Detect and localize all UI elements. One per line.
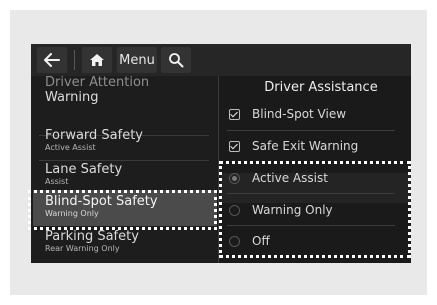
menu-item-subtitle: Assist bbox=[45, 177, 69, 186]
back-button[interactable] bbox=[37, 47, 67, 73]
checkbox-safe-exit-warning[interactable]: Safe Exit Warning bbox=[229, 133, 404, 159]
menu-item-driver-attention-warning[interactable]: Driver Attention Warning bbox=[45, 75, 149, 105]
menu-item-title: Parking Safety bbox=[45, 229, 139, 244]
checkbox-checked-icon bbox=[229, 140, 240, 152]
callout-blind-spot-options bbox=[219, 161, 411, 258]
menu-item-title-line2: Warning bbox=[45, 90, 99, 105]
panel-title: Driver Assistance bbox=[264, 80, 378, 95]
menu-item-title: Driver Attention bbox=[45, 75, 150, 90]
menu-button-label: Menu bbox=[119, 52, 155, 68]
option-divider bbox=[227, 130, 395, 131]
back-arrow-icon bbox=[44, 53, 60, 67]
search-button[interactable] bbox=[161, 47, 191, 73]
menu-divider bbox=[39, 160, 209, 161]
menu-item-parking-safety[interactable]: Parking Safety Rear Warning Only bbox=[45, 229, 139, 254]
option-label: Safe Exit Warning bbox=[252, 139, 359, 153]
top-toolbar: Menu bbox=[31, 44, 411, 76]
home-button[interactable] bbox=[82, 47, 112, 73]
option-label: Blind-Spot View bbox=[252, 107, 347, 121]
menu-item-subtitle: Active Assist bbox=[45, 143, 96, 152]
menu-item-title: Lane Safety bbox=[45, 162, 123, 177]
menu-item-title: Forward Safety bbox=[45, 128, 143, 143]
menu-item-forward-safety[interactable]: Forward Safety Active Assist bbox=[45, 128, 143, 153]
menu-item-lane-safety[interactable]: Lane Safety Assist bbox=[45, 162, 122, 187]
menu-item-subtitle: Rear Warning Only bbox=[45, 244, 120, 253]
settings-menu-list: Driver Attention Warning Forward Safety … bbox=[31, 75, 217, 263]
search-icon bbox=[169, 53, 184, 68]
checkbox-checked-icon bbox=[229, 108, 240, 120]
callout-blind-spot-safety bbox=[28, 190, 217, 230]
menu-button[interactable]: Menu bbox=[117, 47, 157, 73]
toolbar-separator bbox=[74, 50, 75, 70]
checkbox-blind-spot-view[interactable]: Blind-Spot View bbox=[229, 101, 404, 127]
home-icon bbox=[90, 54, 104, 66]
